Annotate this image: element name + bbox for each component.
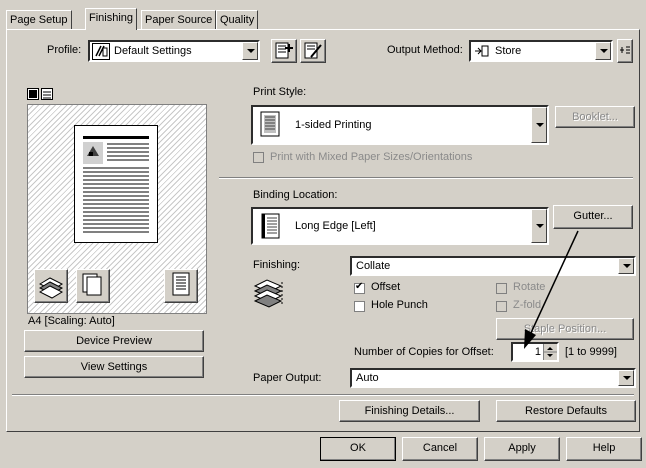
printer-properties-dialog: Page Setup Finishing Paper Source Qualit… bbox=[0, 0, 646, 468]
profile-dropdown-arrow[interactable] bbox=[242, 42, 258, 60]
copies-label: Number of Copies for Offset: bbox=[354, 346, 494, 358]
finishing-value: Collate bbox=[356, 260, 391, 272]
paper-output-dropdown[interactable]: Auto bbox=[350, 368, 636, 388]
mixed-sizes-label: Print with Mixed Paper Sizes/Orientation… bbox=[270, 151, 473, 163]
tab-paper-source[interactable]: Paper Source bbox=[141, 10, 217, 29]
layout-preview-button[interactable] bbox=[76, 269, 110, 303]
bottom-divider bbox=[12, 394, 634, 396]
collate-stack-icon bbox=[252, 276, 286, 313]
finishing-preview-button[interactable] bbox=[34, 269, 68, 303]
annotation-arrow bbox=[524, 230, 579, 349]
tab-page-setup[interactable]: Page Setup bbox=[6, 10, 72, 29]
preview-page bbox=[74, 125, 158, 243]
hole-punch-label: Hole Punch bbox=[371, 299, 428, 311]
offset-checkbox[interactable] bbox=[354, 281, 365, 294]
offset-label: Offset bbox=[371, 281, 401, 293]
restore-defaults-button[interactable]: Restore Defaults bbox=[496, 400, 636, 422]
profile-edit-button[interactable] bbox=[300, 39, 326, 63]
preview-area bbox=[27, 104, 207, 314]
long-edge-left-icon bbox=[259, 213, 281, 244]
output-method-value: Store bbox=[495, 45, 522, 57]
profile-label: Profile: bbox=[47, 44, 82, 56]
apply-button[interactable]: Apply bbox=[484, 437, 560, 461]
profile-icon bbox=[92, 43, 110, 60]
binding-location-value: Long Edge [Left] bbox=[295, 220, 376, 232]
preview-caption: A4 [Scaling: Auto] bbox=[28, 315, 115, 327]
print-style-value: 1-sided Printing bbox=[295, 119, 372, 131]
one-sided-icon bbox=[259, 111, 281, 142]
paper-output-value: Auto bbox=[356, 372, 379, 384]
finishing-label: Finishing: bbox=[253, 259, 301, 271]
tab-quality[interactable]: Quality bbox=[216, 10, 259, 29]
profile-add-button[interactable] bbox=[271, 39, 297, 63]
print-style-dropdown[interactable]: 1-sided Printing bbox=[251, 105, 549, 145]
binding-location-label: Binding Location: bbox=[253, 189, 338, 201]
page-preview-button[interactable] bbox=[164, 269, 198, 303]
mixed-sizes-checkbox[interactable] bbox=[253, 152, 264, 163]
print-style-label: Print Style: bbox=[253, 86, 307, 98]
output-method-dropdown[interactable]: Store bbox=[469, 40, 613, 62]
ok-button[interactable]: OK bbox=[320, 437, 396, 461]
tab-finishing[interactable]: Finishing bbox=[85, 8, 138, 30]
finishing-dropdown-arrow[interactable] bbox=[618, 258, 634, 274]
booklet-button[interactable]: Booklet... bbox=[555, 106, 635, 128]
output-method-dropdown-arrow[interactable] bbox=[595, 42, 611, 60]
cancel-button[interactable]: Cancel bbox=[402, 437, 478, 461]
help-button[interactable]: Help bbox=[566, 437, 642, 461]
profile-value: Default Settings bbox=[114, 45, 192, 57]
view-settings-button[interactable]: View Settings bbox=[24, 356, 204, 378]
print-style-dropdown-arrow[interactable] bbox=[531, 107, 547, 143]
finishing-dropdown[interactable]: Collate bbox=[350, 256, 636, 276]
hole-punch-checkbox[interactable] bbox=[354, 301, 365, 312]
profile-dropdown[interactable]: Default Settings bbox=[88, 40, 260, 62]
finishing-details-button[interactable]: Finishing Details... bbox=[339, 400, 480, 422]
output-method-label: Output Method: bbox=[387, 44, 463, 56]
store-icon bbox=[474, 43, 490, 61]
paper-output-dropdown-arrow[interactable] bbox=[618, 370, 634, 386]
output-method-settings-button[interactable] bbox=[617, 39, 633, 63]
paper-output-label: Paper Output: bbox=[253, 372, 322, 384]
divider bbox=[219, 177, 633, 179]
preview-toggle-icon[interactable] bbox=[27, 88, 57, 105]
device-preview-button[interactable]: Device Preview bbox=[24, 330, 204, 352]
